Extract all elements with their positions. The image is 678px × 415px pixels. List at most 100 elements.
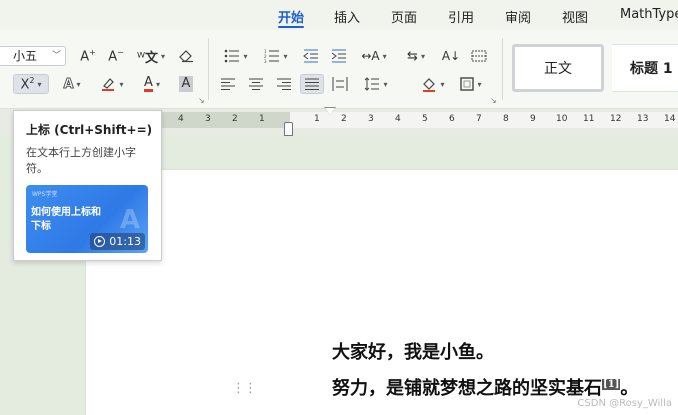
grow-font-icon: A+ — [80, 47, 96, 65]
clear-format-button[interactable] — [176, 46, 198, 66]
text-effect-button[interactable]: A ▾ — [56, 74, 88, 94]
chevron-down-icon: ▾ — [477, 79, 482, 89]
font-dialog-launcher-icon[interactable]: ↘ — [198, 96, 205, 105]
chevron-down-icon: ▾ — [382, 51, 387, 61]
document-line-2[interactable]: 努力，是铺就梦想之路的坚实基石[1]。 — [332, 374, 638, 400]
shrink-font-button[interactable]: A− — [106, 46, 126, 66]
ruler-number: 4 — [395, 114, 401, 124]
align-center-icon — [249, 78, 263, 90]
document-line-2-end: 。 — [620, 378, 639, 399]
ruler-number: 8 — [503, 114, 509, 124]
ruler-number: 5 — [422, 114, 428, 124]
chevron-down-icon: ▾ — [37, 79, 42, 89]
tab-references[interactable]: 引用 — [448, 7, 474, 26]
tab-home[interactable]: 开始 — [278, 7, 304, 26]
tab-view[interactable]: 视图 — [562, 7, 588, 26]
numbered-list-icon: 123 — [264, 49, 280, 63]
svg-text:3: 3 — [264, 59, 267, 63]
ruler-number: 1 — [259, 114, 265, 124]
superscript-tooltip: 上标 (Ctrl+Shift+=) 在文本行上方创建小字符。 WPS学堂 如何使… — [13, 110, 162, 261]
tab-page[interactable]: 页面 — [391, 7, 417, 26]
ruler-number: 10 — [556, 114, 568, 124]
paint-bucket-icon — [423, 78, 436, 92]
chevron-down-icon: ▾ — [155, 79, 160, 89]
tab-insert[interactable]: 插入 — [334, 7, 360, 26]
text-direction-icon: ⇆ — [407, 48, 418, 64]
char-shading-button[interactable]: A — [176, 74, 196, 94]
highlight-button[interactable]: ▾ — [96, 74, 128, 94]
font-color-button[interactable]: A ▾ — [136, 74, 168, 94]
tooltip-description: 在文本行上方创建小字符。 — [26, 146, 136, 175]
chevron-down-icon: ▾ — [420, 51, 425, 61]
tab-mathtype[interactable]: MathType — [620, 7, 678, 22]
decrease-indent-button[interactable] — [300, 46, 322, 66]
document-line-1[interactable]: 大家好，我是小鱼。 — [332, 338, 494, 364]
text-direction-button[interactable]: ⇆ ▾ — [400, 46, 432, 66]
numbered-list-button[interactable]: 1 2 3 ▾ — [260, 46, 292, 66]
char-spacing-button[interactable]: ↔A ▾ — [358, 46, 390, 66]
sort-button[interactable]: A↓ — [440, 46, 462, 66]
ruler-number: 3 — [368, 114, 374, 124]
left-indent-marker[interactable] — [284, 122, 293, 136]
first-line-indent-marker-fill — [325, 108, 335, 115]
align-right-button[interactable] — [274, 74, 294, 94]
tutorial-illustration-icon: A — [119, 205, 140, 235]
chevron-down-icon: ▾ — [161, 51, 166, 61]
paragraph-dialog-launcher-icon[interactable]: ↘ — [490, 96, 497, 105]
line-spacing-icon — [365, 77, 380, 91]
group-separator — [208, 38, 209, 100]
line-spacing-button[interactable]: ▾ — [360, 74, 392, 94]
table-grid-icon — [471, 50, 487, 62]
active-tab-indicator — [278, 26, 304, 28]
eraser-icon — [179, 50, 193, 63]
video-duration: 01:13 — [109, 235, 141, 248]
bullet-list-button[interactable]: ▾ — [220, 46, 252, 66]
ruler-number: 11 — [583, 114, 595, 124]
ruler-number: 14 — [664, 114, 676, 124]
tab-review[interactable]: 审阅 — [505, 7, 531, 26]
increase-indent-button[interactable] — [328, 46, 350, 66]
document-line-2-text: 努力，是铺就梦想之路的坚实基石 — [332, 378, 602, 399]
style-normal[interactable]: 正文 — [512, 44, 604, 92]
ruler-number: 2 — [232, 114, 238, 124]
menu-bar: 开始 插入 页面 引用 审阅 视图 MathType — [0, 0, 678, 30]
distribute-button[interactable] — [330, 74, 350, 94]
justify-icon — [305, 78, 319, 90]
play-icon — [94, 236, 106, 247]
border-icon — [460, 77, 475, 91]
phonetic-guide-button[interactable]: ᵂ文 ▾ — [134, 46, 168, 66]
ruler-number: 1 — [314, 114, 320, 124]
char-spacing-icon: ↔A — [361, 49, 380, 63]
shading-button[interactable]: ▾ — [418, 74, 448, 94]
chevron-down-icon: ▾ — [119, 79, 124, 89]
distribute-icon — [332, 77, 348, 91]
tutorial-video-card[interactable]: WPS学堂 如何使用上标和下标 A 01:13 — [26, 185, 148, 253]
tutorial-brand: WPS学堂 — [32, 191, 58, 198]
style-heading-1[interactable]: 标题 1 — [612, 44, 678, 92]
watermark: CSDN @Rosy_Willa — [577, 398, 672, 409]
phonetic-guide-icon: ᵂ文 — [136, 50, 159, 66]
superscript-button[interactable]: X2 ▾ — [13, 74, 49, 94]
shrink-font-icon: A− — [108, 47, 124, 65]
show-marks-button[interactable] — [468, 46, 490, 66]
selected-superscript[interactable]: [1] — [602, 379, 621, 390]
chevron-down-icon: ﹀ — [51, 51, 61, 61]
video-duration-badge[interactable]: 01:13 — [90, 233, 145, 250]
highlighter-icon — [102, 78, 115, 91]
grow-font-button[interactable]: A+ — [78, 46, 98, 66]
sort-icon: A↓ — [441, 49, 461, 63]
justify-button[interactable] — [300, 74, 324, 94]
superscript-icon: X2 — [20, 75, 35, 93]
font-color-icon: A — [144, 75, 153, 92]
font-size-select[interactable]: 小五 ﹀ — [0, 46, 66, 66]
border-button[interactable]: ▾ — [456, 74, 486, 94]
ruler-number: 4 — [178, 114, 184, 124]
align-center-button[interactable] — [246, 74, 266, 94]
ruler-number: 3 — [205, 114, 211, 124]
align-left-button[interactable] — [218, 74, 238, 94]
text-effect-icon: A — [63, 76, 74, 92]
ruler-number: 9 — [530, 114, 536, 124]
horizontal-ruler[interactable]: 4 3 2 1 1 2 3 4 5 6 7 8 9 10 11 12 13 14 — [160, 112, 678, 128]
paragraph-drag-handle-icon[interactable]: ⋮⋮ — [232, 382, 257, 395]
align-left-icon — [221, 78, 235, 90]
